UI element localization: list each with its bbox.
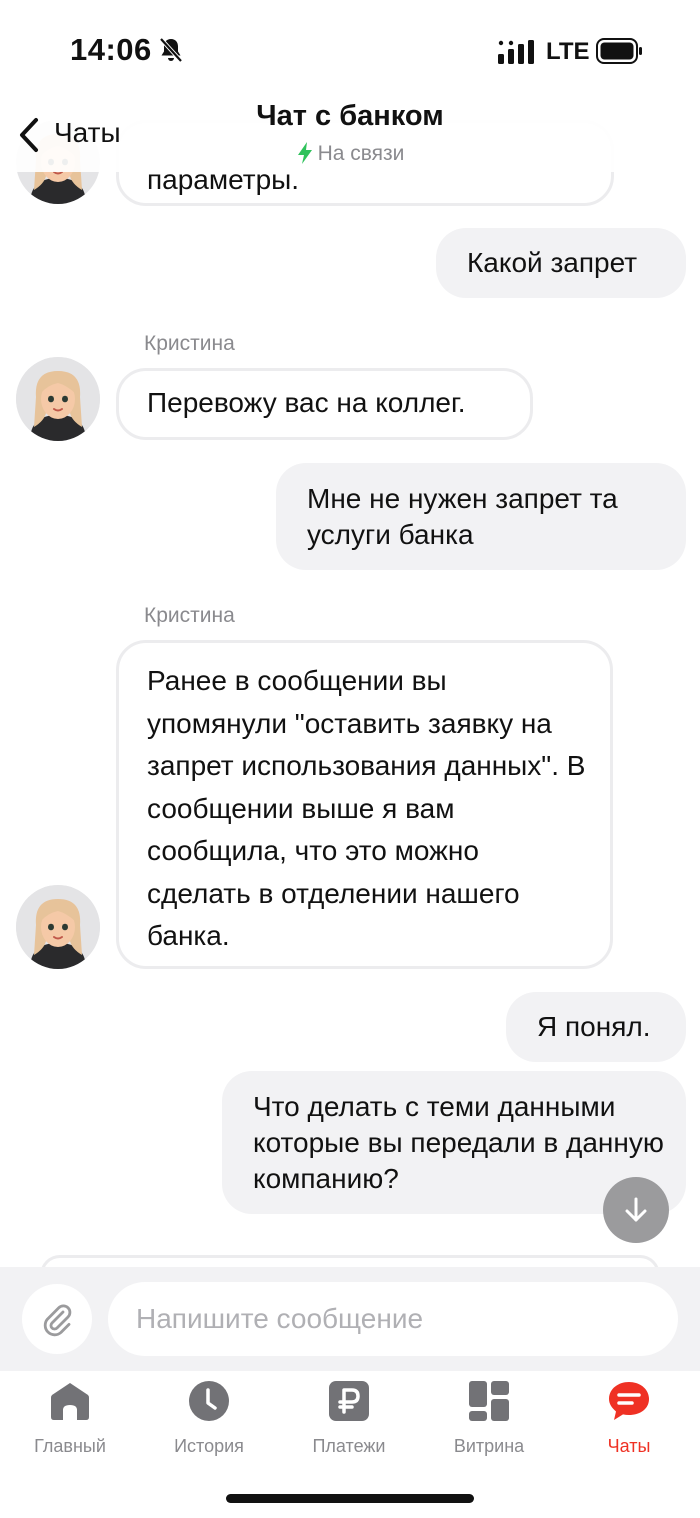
status-time: 14:06: [70, 32, 152, 67]
message-bubble-outgoing: Я понял.: [506, 992, 686, 1062]
message-bubble-incoming: Перевожу вас на коллег.: [116, 368, 533, 440]
tab-label: Платежи: [312, 1436, 386, 1456]
message-text: Что делать с теми данными которые вы пер…: [253, 1091, 664, 1194]
battery-icon: [596, 38, 642, 64]
paperclip-icon: [43, 1304, 72, 1337]
avatar: [16, 357, 100, 441]
home-icon: [51, 1383, 89, 1420]
message-input[interactable]: [108, 1282, 678, 1356]
bolt-icon: [297, 142, 312, 164]
muted-bell-icon: [159, 37, 183, 63]
message-text: Ранее в сообщении вы упомянули "оставить…: [147, 665, 586, 951]
tab-home[interactable]: Главный: [10, 1380, 130, 1457]
scroll-to-bottom-button[interactable]: [603, 1177, 669, 1243]
tab-label: Чаты: [607, 1436, 651, 1456]
clock-icon: [189, 1381, 229, 1421]
sender-name: Кристина: [144, 332, 235, 355]
home-indicator: [226, 1494, 474, 1503]
message-bubble-incoming: Ранее в сообщении вы упомянули "оставить…: [116, 640, 613, 969]
avatar: [16, 885, 100, 969]
tab-label: Витрина: [453, 1436, 525, 1456]
ruble-icon: [329, 1381, 369, 1421]
online-status: На связи: [0, 142, 700, 166]
chat-icon: [609, 1382, 649, 1420]
message-text: Я понял.: [537, 1011, 651, 1042]
message-text: Перевожу вас на коллег.: [147, 387, 466, 418]
signal-icon: [498, 40, 534, 64]
message-bubble-outgoing: Какой запрет: [436, 228, 686, 298]
message-bubble-outgoing: Мне не нужен запрет та услуги банка: [276, 463, 686, 570]
network-type: LTE: [546, 38, 590, 65]
tab-chats[interactable]: Чаты: [569, 1380, 689, 1457]
tab-history[interactable]: История: [149, 1380, 269, 1457]
tab-label: Главный: [34, 1436, 106, 1456]
attach-button[interactable]: [22, 1284, 92, 1354]
arrow-down-icon: [625, 1197, 647, 1222]
tab-payments[interactable]: Платежи: [289, 1380, 409, 1457]
page-title: Чат с банком: [256, 100, 444, 132]
online-status-label: На связи: [317, 142, 405, 165]
grid-icon: [469, 1381, 509, 1421]
tab-showcase[interactable]: Витрина: [429, 1380, 549, 1457]
message-text: Мне не нужен запрет та услуги банка: [307, 483, 618, 550]
sender-name: Кристина: [144, 604, 235, 627]
tab-label: История: [174, 1436, 244, 1456]
message-text: Какой запрет: [467, 247, 638, 278]
